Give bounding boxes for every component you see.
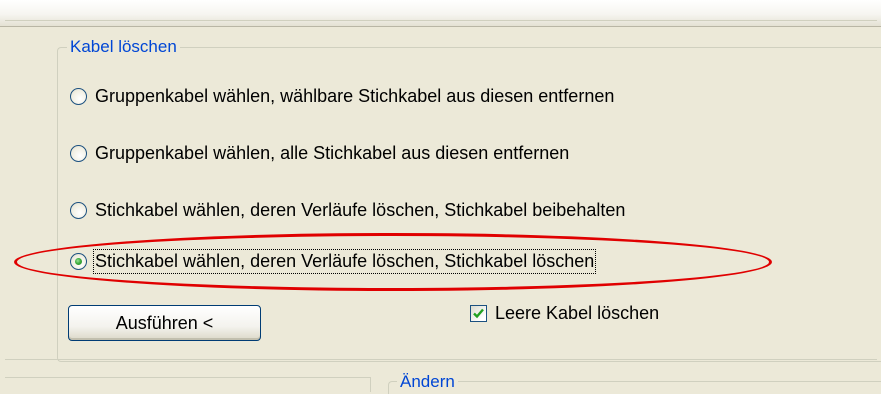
radio-button-3[interactable] (70, 201, 87, 219)
empty-cables-checkbox[interactable] (470, 304, 487, 322)
radio-label-3: Stichkabel wählen, deren Verläufe lösche… (95, 199, 626, 220)
empty-cables-option[interactable]: Leere Kabel löschen (470, 301, 659, 325)
radio-label-1: Gruppenkabel wählen, wählbare Stichkabel… (95, 85, 615, 106)
radio-option-2[interactable]: Gruppenkabel wählen, alle Stichkabel aus… (70, 141, 569, 165)
radio-label-2: Gruppenkabel wählen, alle Stichkabel aus… (95, 142, 570, 163)
radio-button-4-selected[interactable] (70, 252, 87, 270)
change-group (388, 381, 881, 394)
checkmark-icon (473, 308, 484, 318)
change-group-legend: Ändern (397, 372, 458, 392)
radio-option-4[interactable]: Stichkabel wählen, deren Verläufe lösche… (70, 248, 597, 274)
radio-label-4: Stichkabel wählen, deren Verläufe lösche… (92, 248, 597, 274)
radio-selected-dot (75, 257, 82, 265)
group-legend: Kabel löschen (67, 37, 180, 57)
radio-option-3[interactable]: Stichkabel wählen, deren Verläufe lösche… (70, 198, 625, 222)
empty-cables-label: Leere Kabel löschen (495, 302, 660, 323)
radio-option-1[interactable]: Gruppenkabel wählen, wählbare Stichkabel… (70, 84, 614, 108)
execute-button[interactable]: Ausführen < (68, 305, 261, 341)
radio-button-2[interactable] (70, 144, 87, 162)
radio-button-1[interactable] (70, 87, 87, 105)
